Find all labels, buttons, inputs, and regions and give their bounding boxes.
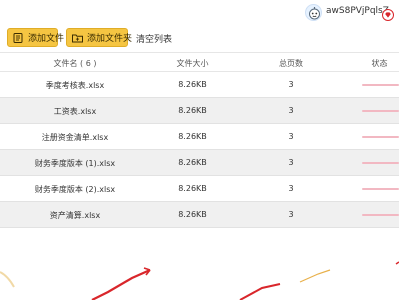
page-count: 3: [288, 132, 294, 141]
decorative-arrow-graphic: [0, 261, 399, 300]
file-name: 注册资金清单.xlsx: [41, 133, 109, 142]
header-file-name: 文件名 ( 6 ): [53, 59, 97, 68]
file-name: 财务季度版本 (2).xlsx: [34, 185, 116, 194]
toolbar: 添加文件 添加文件夹 清空列表: [0, 28, 399, 50]
status-progress: [362, 136, 399, 138]
status-progress: [362, 214, 399, 216]
file-name: 财务季度版本 (1).xlsx: [34, 159, 116, 168]
add-folder-button[interactable]: 添加文件夹: [66, 28, 132, 47]
add-file-button[interactable]: 添加文件: [7, 28, 64, 47]
page-count: 3: [288, 184, 294, 193]
username[interactable]: awS8PVjPqlsZ: [326, 6, 389, 16]
status-progress: [362, 162, 399, 164]
status-progress: [362, 110, 399, 112]
table-row[interactable]: 工资表.xlsx 8.26KB 3: [0, 98, 399, 124]
file-size: 8.26KB: [178, 210, 207, 219]
clear-list-button[interactable]: 清空列表: [136, 32, 172, 45]
vip-diamond-icon[interactable]: [382, 6, 394, 21]
header-status: 状态: [371, 59, 388, 68]
file-size: 8.26KB: [178, 132, 207, 141]
table-row[interactable]: 注册资金清单.xlsx 8.26KB 3: [0, 124, 399, 150]
file-name: 工资表.xlsx: [53, 107, 97, 116]
page-count: 3: [288, 80, 294, 89]
file-size: 8.26KB: [178, 106, 207, 115]
file-name: 季度考核表.xlsx: [45, 81, 105, 90]
add-file-icon: [13, 32, 24, 43]
table-row[interactable]: 资产清算.xlsx 8.26KB 3: [0, 202, 399, 228]
add-folder-label: 添加文件夹: [87, 34, 133, 44]
header-file-size: 文件大小: [176, 59, 209, 68]
header-page-count: 总页数: [279, 59, 303, 68]
table-row[interactable]: 财务季度版本 (1).xlsx 8.26KB 3: [0, 150, 399, 176]
user-avatar-icon[interactable]: [305, 4, 322, 21]
add-file-label: 添加文件: [28, 34, 65, 44]
table-row[interactable]: 季度考核表.xlsx 8.26KB 3: [0, 72, 399, 98]
page-count: 3: [288, 106, 294, 115]
file-size: 8.26KB: [178, 80, 207, 89]
table-header: 文件名 ( 6 ) 文件大小 总页数 状态: [0, 52, 399, 72]
status-progress: [362, 188, 399, 190]
file-size: 8.26KB: [178, 184, 207, 193]
add-folder-icon: [72, 33, 83, 43]
page-count: 3: [288, 210, 294, 219]
status-progress: [362, 84, 399, 86]
page-count: 3: [288, 158, 294, 167]
file-name: 资产清算.xlsx: [49, 211, 101, 220]
file-size: 8.26KB: [178, 158, 207, 167]
top-bar: awS8PVjPqlsZ: [0, 0, 399, 26]
file-table: 文件名 ( 6 ) 文件大小 总页数 状态 季度考核表.xlsx 8.26KB …: [0, 52, 399, 228]
table-row[interactable]: 财务季度版本 (2).xlsx 8.26KB 3: [0, 176, 399, 202]
